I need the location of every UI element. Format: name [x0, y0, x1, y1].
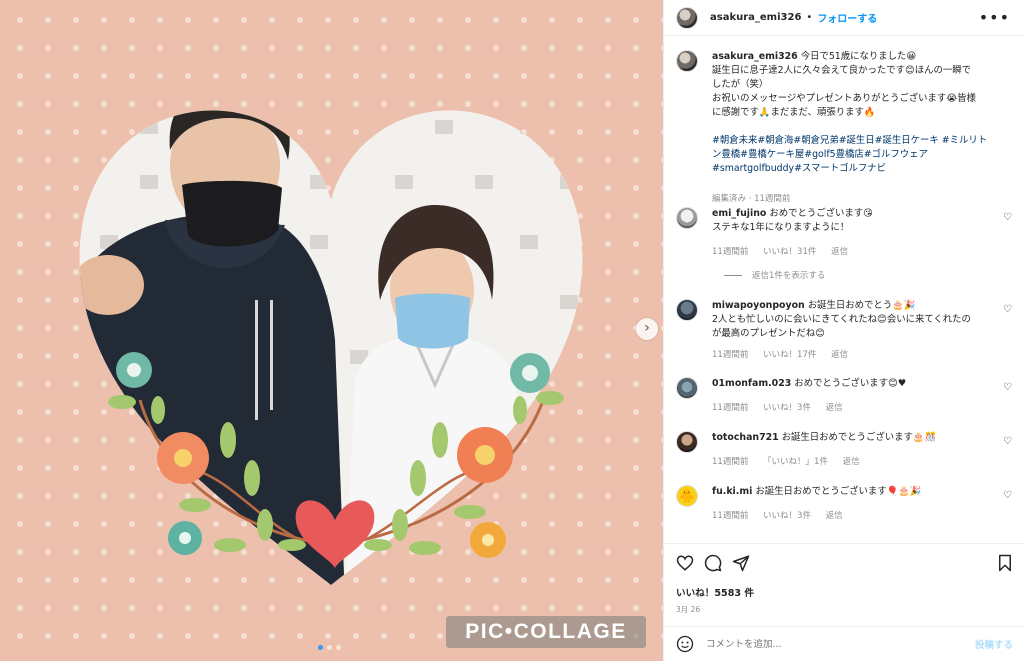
comment-body: totochan721 お誕生日おめでとうございます🎂🎊 — [712, 431, 1002, 445]
post-photo[interactable]: › PIC•COLLAGE — [0, 0, 663, 661]
hashtags-line-2[interactable]: ン豊橋#豊橋ケーキ屋#golf5豊橋店#ゴルフウェア — [712, 148, 1002, 162]
comment-time: 11週間前 — [712, 350, 749, 360]
carousel-dot — [327, 645, 332, 650]
comment-time: 11週間前 — [712, 247, 749, 257]
commenter-username[interactable]: miwapoyonpoyon — [712, 300, 805, 311]
heart-outline-icon[interactable] — [676, 554, 694, 572]
commenter-avatar[interactable] — [676, 431, 698, 453]
caption-meta: 編集済み · 11週間前 — [712, 194, 791, 204]
header-separator: • — [806, 12, 813, 23]
comment-meta: 11週間前 いいね！3件 返信 — [712, 509, 855, 521]
ellipsis-icon[interactable]: ••• — [979, 8, 1010, 27]
comment-reply-button[interactable]: 返信 — [843, 457, 860, 467]
pic-collage-watermark: PIC•COLLAGE — [446, 616, 646, 648]
commenter-username[interactable]: emi_fujino — [712, 208, 766, 219]
post-actions: いいね！5583 件 3月 26 — [664, 543, 1024, 626]
commenter-username[interactable]: totochan721 — [712, 432, 779, 443]
commenter-avatar[interactable] — [676, 299, 698, 321]
carousel-dot — [336, 645, 341, 650]
comment-line-1: emi_fujino おめでとうございます😘 — [712, 208, 873, 219]
comment-meta: 11週間前 いいね！17件 返信 — [712, 348, 860, 360]
photo-artwork — [79, 110, 583, 586]
post-panel: asakura_emi326 • フォローする ••• asakura_emi3… — [663, 0, 1024, 661]
comment-meta: 11週間前 いいね！3件 返信 — [712, 401, 855, 413]
author-avatar[interactable] — [676, 6, 698, 29]
caption-line-1: asakura_emi326 今日で51歳になりました😀 — [712, 51, 917, 62]
commenter-avatar[interactable] — [676, 377, 698, 399]
bookmark-icon[interactable] — [997, 554, 1013, 572]
comment-line-1: totochan721 お誕生日おめでとうございます🎂🎊 — [712, 432, 937, 443]
comment-likes[interactable]: いいね！17件 — [763, 350, 816, 360]
comments-list[interactable]: asakura_emi326 今日で51歳になりました😀 誕生日に息子達2人に久々… — [664, 37, 1024, 543]
flower-teal-left — [116, 352, 152, 388]
author-username[interactable]: asakura_emi326 — [710, 12, 801, 23]
post-date: 3月 26 — [676, 605, 701, 614]
comment-like-heart-icon[interactable]: ♡ — [1003, 490, 1012, 501]
caption-line-4: お祝いのメッセージやプレゼントありがとうございます😭皆様 — [712, 93, 976, 104]
commenter-username[interactable]: 01monfam.023 — [712, 378, 791, 389]
comment-line-2: 2人とも忙しいのに会いにきてくれたね😊会いに来てくれたの — [712, 314, 971, 325]
comment-likes[interactable]: 「いいね！」1件 — [763, 457, 828, 467]
comment-input[interactable] — [706, 638, 956, 650]
caption-body: asakura_emi326 今日で51歳になりました😀 誕生日に息子達2人に久々… — [712, 50, 1002, 176]
comment-body: emi_fujino おめでとうございます😘 ステキな1年になりますように！ — [712, 207, 1002, 235]
action-icons — [676, 554, 750, 572]
comment-time: 11週間前 — [712, 457, 749, 467]
comment-likes[interactable]: いいね！3件 — [763, 403, 811, 413]
comment-like-heart-icon[interactable]: ♡ — [1003, 304, 1012, 315]
comment-line-1: miwapoyonpoyon お誕生日おめでとう🎂🎉 — [712, 300, 916, 311]
comment-body: 01monfam.023 おめでとうございます😊♥ — [712, 377, 1002, 391]
comment-icon[interactable] — [704, 554, 722, 572]
comment-reply-button[interactable]: 返信 — [831, 350, 848, 360]
commenter-username[interactable]: fu.ki.mi — [712, 486, 752, 497]
comment-like-heart-icon[interactable]: ♡ — [1003, 436, 1012, 447]
caption-line-5: に感謝です🙏まだまだ、頑張ります🔥 — [712, 107, 876, 118]
comment-reply-button[interactable]: 返信 — [831, 247, 848, 257]
paper-plane-icon[interactable] — [732, 554, 750, 572]
comment-body: miwapoyonpoyon お誕生日おめでとう🎂🎉 2人とも忙しいのに会いにきて… — [712, 299, 1002, 341]
comment-line-1: fu.ki.mi お誕生日おめでとうございます🎈🎂🎉 — [712, 486, 922, 497]
caption-line-3: したが（笑） — [712, 79, 769, 90]
comment-meta: 11週間前 「いいね！」1件 返信 — [712, 455, 872, 467]
smiley-icon[interactable] — [676, 635, 694, 653]
bookmark-button[interactable] — [997, 554, 1013, 575]
hashtags-line-1[interactable]: #朝倉未来#朝倉海#朝倉兄弟#誕生日#誕生日ケーキ #ミルリト — [712, 134, 1002, 148]
comment-like-heart-icon[interactable]: ♡ — [1003, 212, 1012, 223]
caption-line-2: 誕生日に息子達2人に久々会えて良かったです😊ほんの一瞬で — [712, 65, 972, 76]
comment-time: 11週間前 — [712, 511, 749, 521]
caption-avatar[interactable] — [676, 50, 698, 72]
commenter-avatar[interactable]: 🐥 — [676, 485, 698, 507]
flower-teal-small — [168, 521, 202, 555]
flower-orange-right — [457, 427, 513, 483]
flower-yellow-right — [470, 522, 506, 558]
comment-likes[interactable]: いいね！3件 — [763, 511, 811, 521]
follow-button[interactable]: フォローする — [817, 10, 877, 25]
comment-time: 11週間前 — [712, 403, 749, 413]
flower-teal-right — [510, 353, 550, 393]
comment-line-2: ステキな1年になりますように！ — [712, 222, 850, 233]
add-comment-bar: 投稿する — [664, 626, 1024, 661]
commenter-avatar[interactable] — [676, 207, 698, 229]
comment-like-heart-icon[interactable]: ♡ — [1003, 382, 1012, 393]
comment-line-3: が最高のプレゼントだね😊 — [712, 328, 825, 339]
post-header: asakura_emi326 • フォローする ••• — [664, 0, 1024, 36]
post-comment-button[interactable]: 投稿する — [975, 637, 1013, 651]
caption-username[interactable]: asakura_emi326 — [712, 51, 798, 62]
carousel-dots — [318, 645, 341, 650]
carousel-dot-active — [318, 645, 323, 650]
comment-meta: 11週間前 いいね！31件 返信 — [712, 245, 860, 257]
view-replies-button[interactable]: 返信1件を表示する — [724, 269, 825, 281]
flower-orange-left — [157, 432, 209, 484]
likes-count[interactable]: いいね！5583 件 — [676, 585, 754, 599]
comment-reply-button[interactable]: 返信 — [826, 403, 843, 413]
comment-likes[interactable]: いいね！31件 — [763, 247, 816, 257]
comment-reply-button[interactable]: 返信 — [826, 511, 843, 521]
comment-body: fu.ki.mi お誕生日おめでとうございます🎈🎂🎉 — [712, 485, 1002, 499]
carousel-next-button[interactable]: › — [636, 318, 658, 340]
hashtags-line-3[interactable]: #smartgolfbuddy#スマートゴルフナビ — [712, 162, 1002, 176]
comment-line-1: 01monfam.023 おめでとうございます😊♥ — [712, 378, 907, 389]
